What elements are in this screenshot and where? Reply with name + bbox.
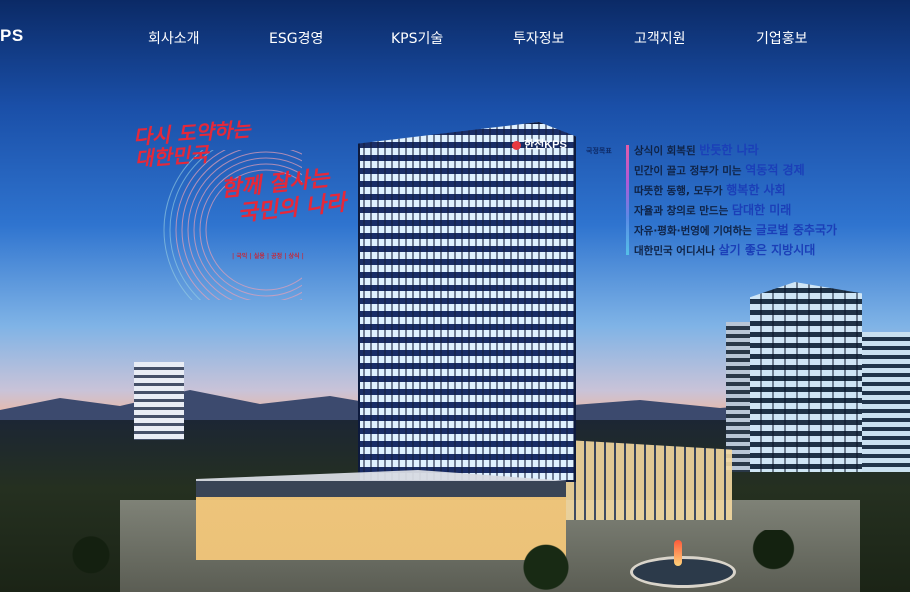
- site-header: PS 회사소개 ESG경영 KPS기술 투자정보 고객지원 기업홍보: [0, 0, 910, 72]
- goal-item: 자율과 창의로 만드는 담대한 미래: [634, 203, 837, 223]
- goal-text: 자율과 창의로 만드는: [634, 205, 732, 217]
- goal-highlight: 살기 좋은 지방시대: [718, 243, 816, 257]
- nav-investor[interactable]: 투자정보: [513, 28, 565, 48]
- nav-company[interactable]: 회사소개: [148, 28, 200, 48]
- goal-item: 민간이 끌고 정부가 미는 역동적 경제: [634, 163, 837, 183]
- goal-text: 상식이 회복된: [634, 145, 700, 157]
- goal-highlight: 글로벌 중추국가: [755, 223, 838, 237]
- slogan-line-1: 다시 도약하는 대한민국: [133, 117, 253, 172]
- goal-text: 민간이 끌고 정부가 미는: [634, 165, 746, 177]
- goal-highlight: 행복한 사회: [726, 183, 786, 197]
- slogan-tags: | 국익 | 실용 | 공정 | 상식 |: [232, 253, 304, 260]
- goal-item: 대한민국 어디서나 살기 좋은 지방시대: [634, 243, 837, 263]
- tower-sign: 한전KPS: [512, 136, 567, 152]
- goal-text: 대한민국 어디서나: [634, 245, 719, 257]
- goal-item: 상식이 회복된 반듯한 나라: [634, 143, 837, 163]
- goal-highlight: 담대한 미래: [731, 203, 792, 217]
- site-logo[interactable]: PS: [0, 26, 24, 46]
- nav-support[interactable]: 고객지원: [634, 28, 686, 48]
- podium-right: [566, 440, 732, 520]
- building-far-right: [862, 332, 910, 472]
- goal-highlight: 반듯한 나라: [699, 143, 759, 157]
- trees: [0, 530, 910, 592]
- fountain: [630, 556, 736, 588]
- kps-logo-icon: [512, 140, 521, 150]
- goal-highlight: 역동적 경제: [745, 163, 805, 177]
- fountain-jet: [674, 540, 682, 566]
- tower-sign-text: 한전KPS: [524, 139, 567, 151]
- goal-text: 자유·평화·번영에 기여하는: [634, 225, 756, 237]
- hero-banner: 한전KPS 다시 도약하는 대한민국 함께 잘사는 국민의 나라 | 국익 | …: [0, 0, 910, 592]
- goals-color-bar: [626, 145, 629, 255]
- slogan-text-1b: 대한민국: [134, 141, 210, 172]
- nav-kps-tech[interactable]: KPS기술: [391, 28, 443, 48]
- goal-item: 따뜻한 동행, 모두가 행복한 사회: [634, 183, 837, 203]
- goal-item: 자유·평화·번영에 기여하는 글로벌 중추국가: [634, 223, 837, 243]
- goals-label: 국정목표: [586, 147, 612, 155]
- building-left: [134, 362, 184, 440]
- nav-esg[interactable]: ESG경영: [269, 28, 323, 48]
- nav-pr[interactable]: 기업홍보: [756, 28, 808, 48]
- building-right: [750, 282, 862, 472]
- goal-text: 따뜻한 동행, 모두가: [634, 185, 727, 197]
- headquarters-tower: [358, 122, 576, 482]
- goals-list: 상식이 회복된 반듯한 나라 민간이 끌고 정부가 미는 역동적 경제 따뜻한 …: [634, 143, 837, 263]
